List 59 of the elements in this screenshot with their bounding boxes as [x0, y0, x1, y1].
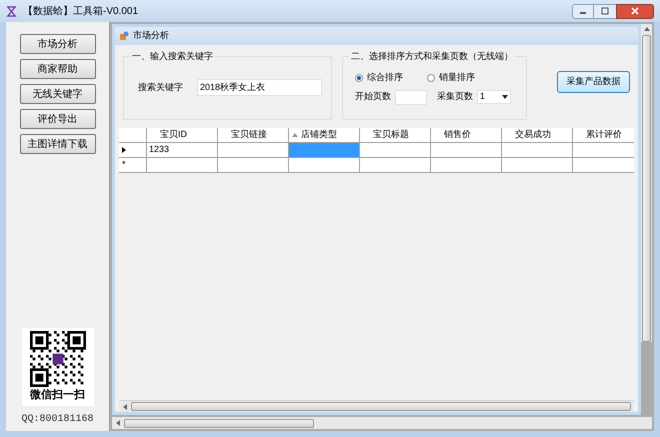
table-cell[interactable]: [218, 158, 289, 173]
horizontal-scrollbar[interactable]: [112, 417, 652, 429]
table-cell[interactable]: [431, 158, 502, 173]
scroll-left-icon: [116, 420, 120, 426]
sort-radio[interactable]: 综合排序: [354, 71, 403, 84]
table-cell[interactable]: [289, 143, 360, 158]
scroll-up-icon: [644, 27, 650, 31]
sidebar-button[interactable]: 评价导出: [20, 109, 96, 129]
qr-code-icon: [30, 330, 86, 386]
table-cell[interactable]: [502, 158, 573, 173]
current-row-icon: [122, 147, 126, 153]
table-cell[interactable]: [431, 143, 502, 158]
column-header[interactable]: 宝贝标题: [360, 128, 431, 143]
pages-dropdown[interactable]: 1: [476, 90, 511, 104]
table-cell[interactable]: [360, 158, 431, 173]
column-header[interactable]: 宝贝ID: [147, 128, 218, 143]
qr-caption: 微信扫一扫: [30, 388, 85, 402]
column-header[interactable]: 交易成功: [502, 128, 573, 143]
sidebar-button[interactable]: 无线关键字: [20, 84, 96, 104]
table-cell[interactable]: 1233: [147, 143, 218, 158]
sort-radio[interactable]: 销量排序: [426, 71, 475, 84]
hourglass-icon: [6, 6, 17, 16]
new-row-marker: *: [122, 158, 126, 172]
window-icon: [119, 31, 129, 41]
child-window-title: 市场分析: [133, 29, 169, 42]
table-cell[interactable]: [360, 143, 431, 158]
collect-button[interactable]: 采集产品数据: [557, 71, 630, 93]
sidebar-button[interactable]: 市场分析: [20, 34, 96, 54]
start-page-label: 开始页数: [354, 90, 391, 104]
pages-label: 采集页数: [436, 90, 473, 104]
scrollbar-thumb[interactable]: [131, 402, 631, 411]
minimize-button[interactable]: [572, 4, 594, 18]
keyword-field[interactable]: 2018秋季女上衣: [197, 79, 322, 96]
scroll-left-icon: [123, 404, 127, 410]
close-icon: [631, 7, 639, 15]
keyword-label: 搜索关键字: [138, 80, 183, 94]
vertical-scrollbar[interactable]: [641, 24, 652, 342]
column-header[interactable]: 累计评价: [573, 128, 634, 143]
maximize-button[interactable]: [594, 4, 616, 18]
sidebar-button[interactable]: 商家帮助: [20, 59, 96, 79]
scrollbar-thumb[interactable]: [642, 35, 651, 342]
column-header[interactable]: 销售价: [431, 128, 502, 143]
qq-number: QQ:800181168: [21, 413, 94, 427]
horizontal-scrollbar[interactable]: [119, 400, 634, 412]
table-cell[interactable]: [147, 158, 218, 173]
group-title: 二、选择排序方式和采集页数（无线端）: [348, 50, 515, 64]
table-cell[interactable]: [218, 143, 289, 158]
maximize-icon: [601, 7, 609, 15]
dropdown-arrow-icon: [502, 95, 508, 99]
sidebar-button[interactable]: 主图详情下载: [20, 134, 96, 154]
column-header[interactable]: 宝贝链接: [218, 128, 289, 143]
column-header[interactable]: 店铺类型: [289, 128, 360, 143]
group-title: 一、输入搜索关键字: [130, 50, 215, 64]
start-page-field[interactable]: [394, 90, 427, 104]
window-title: 【数据蛤】工具箱-V0.001: [23, 4, 138, 18]
scrollbar-thumb[interactable]: [124, 418, 314, 428]
table-cell[interactable]: [502, 143, 573, 158]
table-cell[interactable]: [289, 158, 360, 173]
close-button[interactable]: [616, 4, 654, 18]
